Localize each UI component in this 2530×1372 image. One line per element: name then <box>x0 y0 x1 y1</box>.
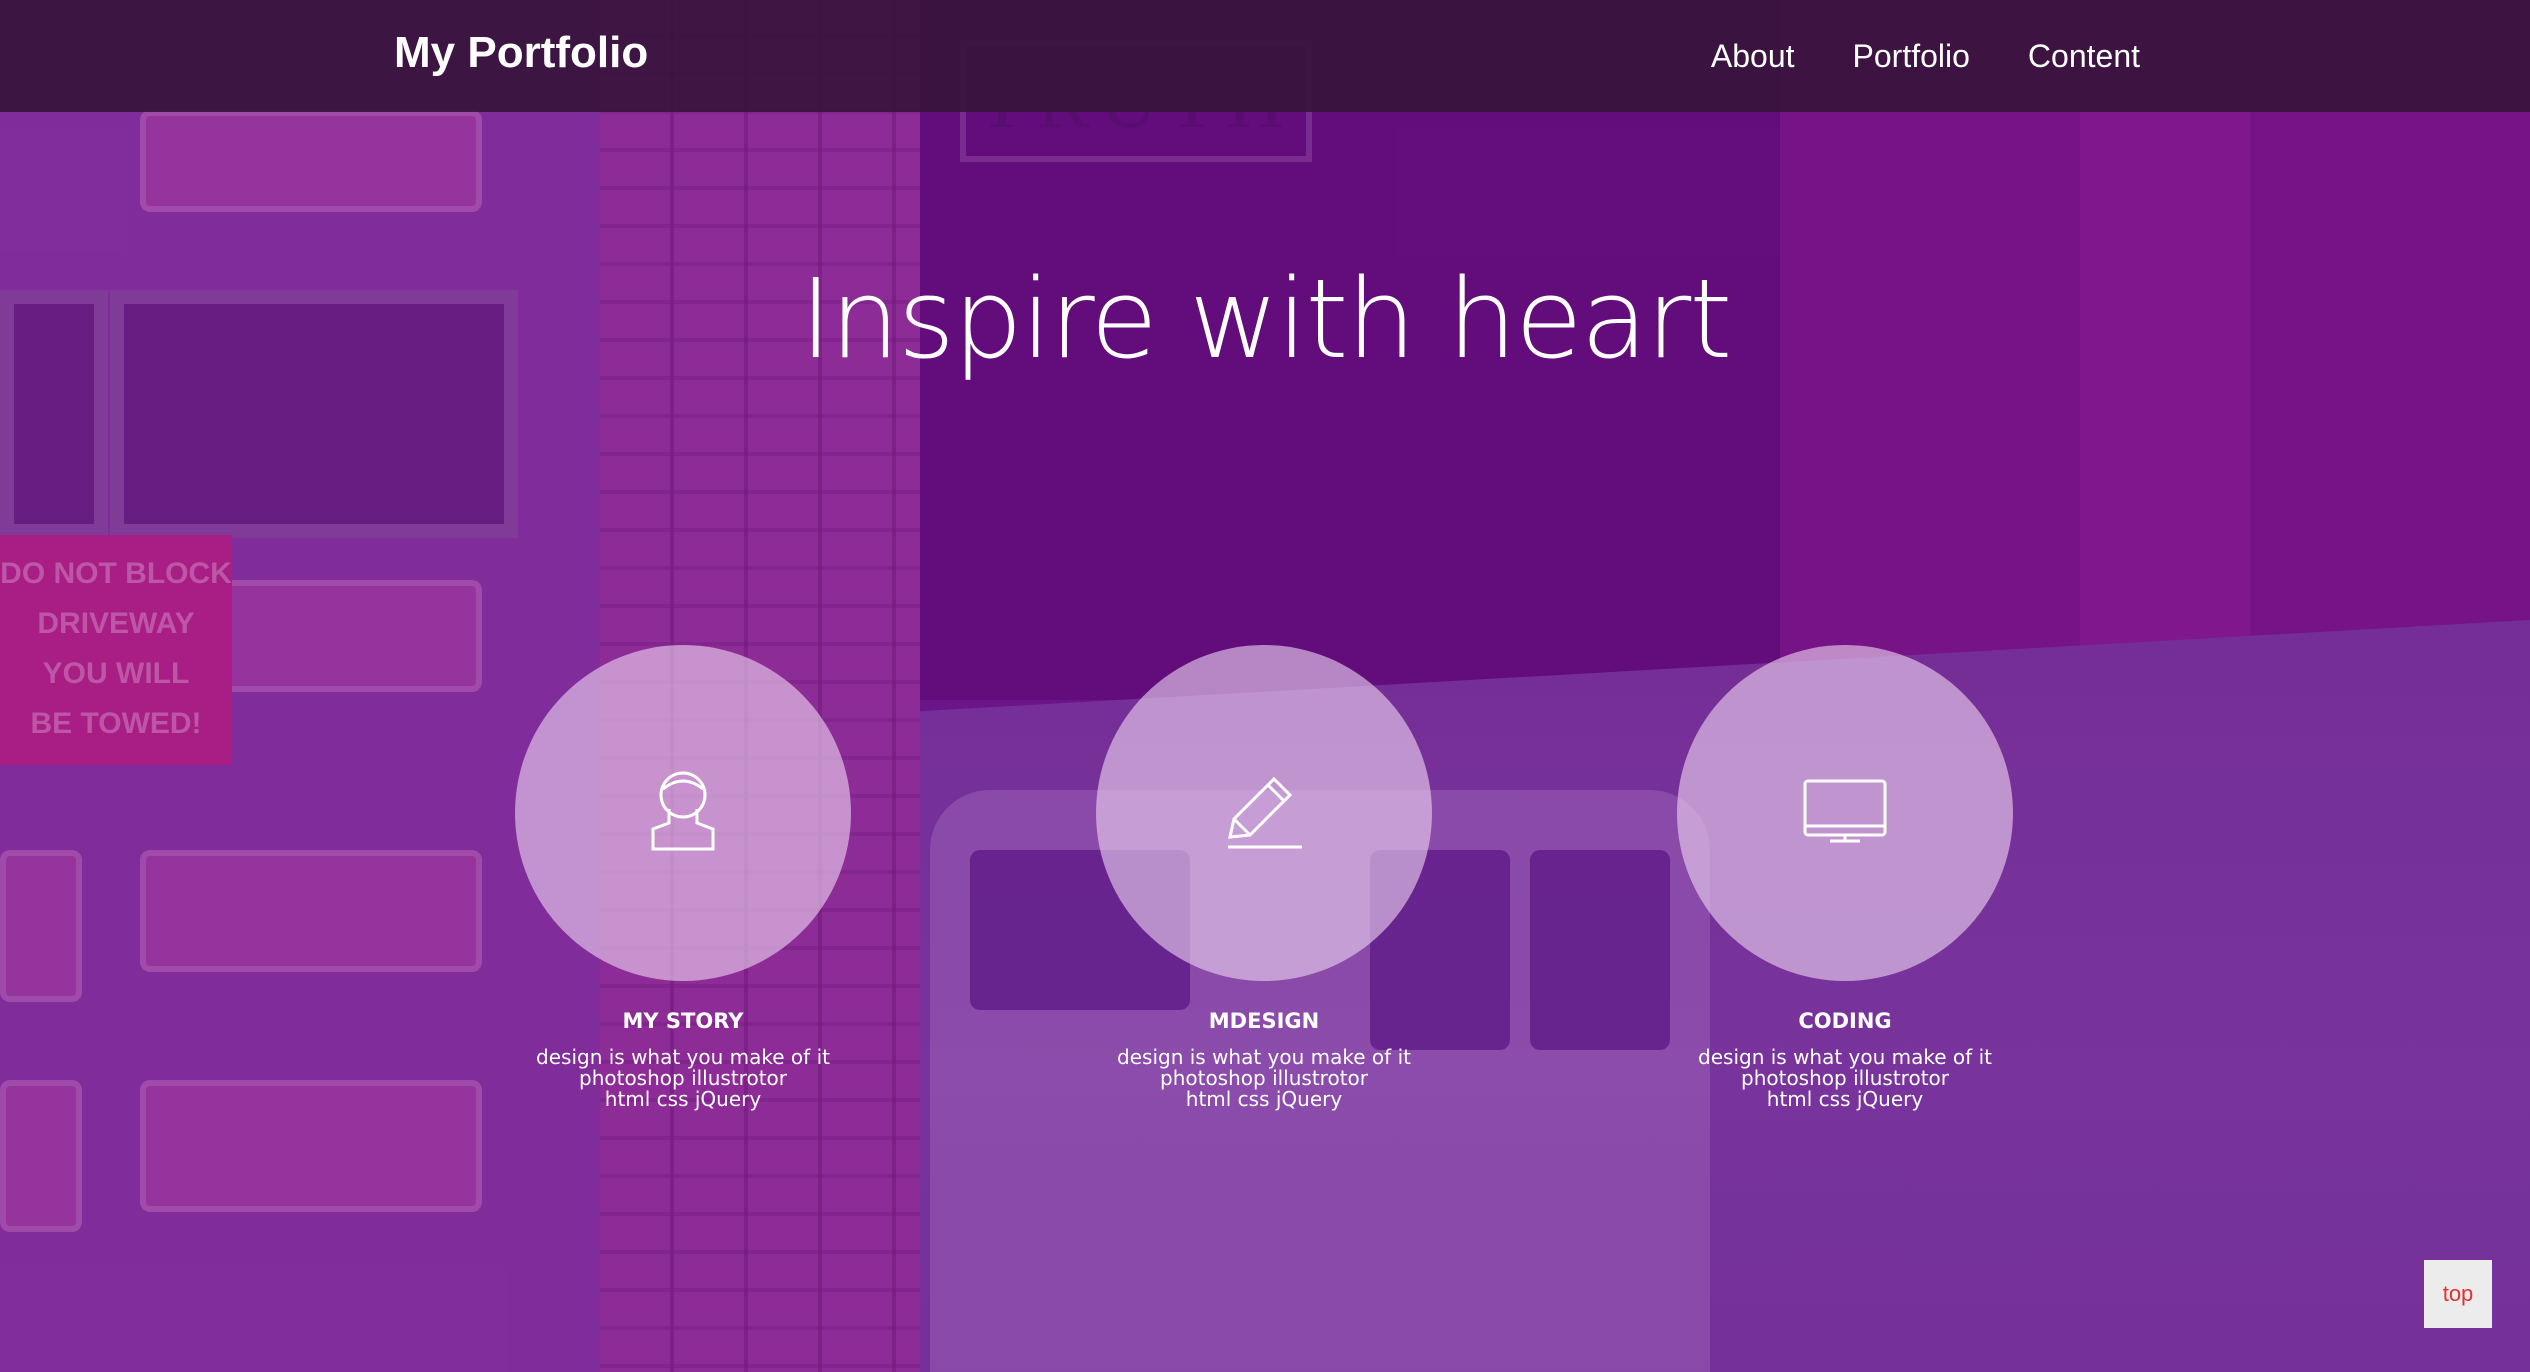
card-my-story: MY STORY design is what you make of it p… <box>483 645 883 1110</box>
card-circle <box>1096 645 1432 981</box>
monitor-icon <box>1802 778 1888 848</box>
card-title: MY STORY <box>622 1009 744 1033</box>
card-text: photoshop illustrotor <box>1741 1066 1949 1090</box>
pencil-icon <box>1224 771 1304 855</box>
card-title: MDESIGN <box>1208 1009 1320 1033</box>
card-text: photoshop illustrotor <box>579 1066 787 1090</box>
nav-content[interactable]: Content <box>2028 38 2140 75</box>
site-header: My Portfolio About Portfolio Content <box>0 0 2530 112</box>
card-text: html css jQuery <box>604 1087 762 1111</box>
card-text: design is what you make of it <box>536 1045 830 1069</box>
card-text: design is what you make of it <box>1698 1045 1992 1069</box>
card-circle <box>515 645 851 981</box>
card-text: design is what you make of it <box>1117 1045 1411 1069</box>
site-logo[interactable]: My Portfolio <box>394 28 648 78</box>
hero-title: Inspire with heart <box>799 255 1733 383</box>
scroll-top-button[interactable]: top <box>2424 1260 2492 1328</box>
card-title: CODING <box>1798 1009 1892 1033</box>
card-text: photoshop illustrotor <box>1160 1066 1368 1090</box>
person-icon <box>647 769 719 857</box>
card-text: html css jQuery <box>1766 1087 1924 1111</box>
nav-about[interactable]: About <box>1711 38 1795 75</box>
main-nav: About Portfolio Content <box>1711 38 2140 75</box>
card-coding: CODING design is what you make of it pho… <box>1645 645 2045 1110</box>
page: DO NOT BLOCK DRIVEWAY YOU WILL BE TOWED!… <box>0 0 2530 1372</box>
card-text: html css jQuery <box>1185 1087 1343 1111</box>
nav-portfolio[interactable]: Portfolio <box>1853 38 1970 75</box>
card-circle <box>1677 645 2013 981</box>
card-mdesign: MDESIGN design is what you make of it ph… <box>1064 645 1464 1110</box>
